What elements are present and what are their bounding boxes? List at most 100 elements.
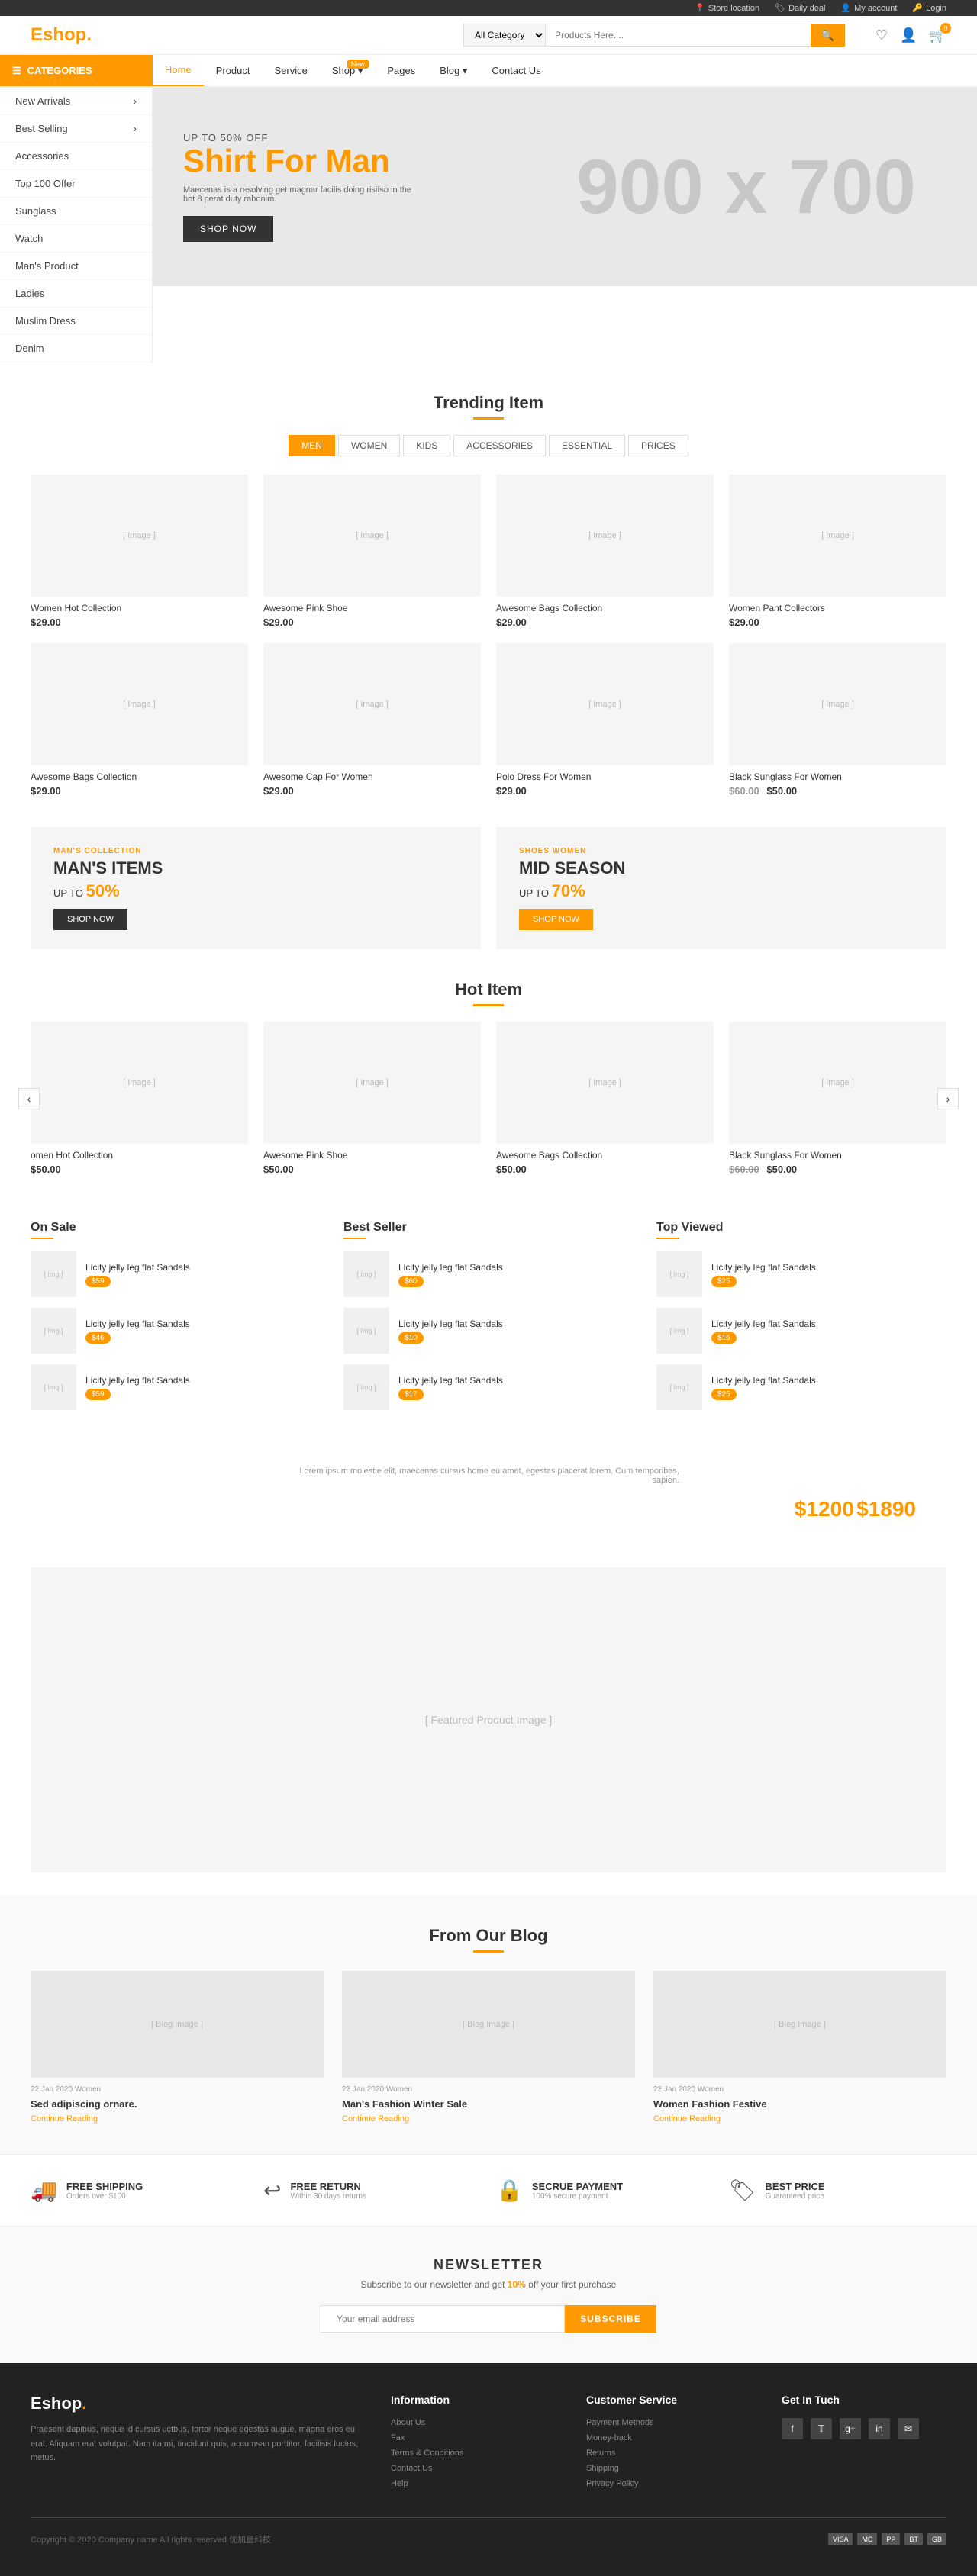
sidebar-item-sunglass[interactable]: Sunglass	[0, 198, 152, 225]
wishlist-icon[interactable]: ♡	[875, 27, 888, 43]
blog-image: [ Blog Image ]	[31, 1971, 324, 2078]
footer-link-privacy[interactable]: Privacy Policy	[586, 2479, 751, 2488]
product-name: Black Sunglass For Women	[729, 771, 946, 782]
product-card[interactable]: [ Image ] Awesome Bags Collection $29.00	[496, 475, 714, 628]
promo-shop-now-button[interactable]: SHOP NOW	[53, 909, 127, 930]
list-item[interactable]: [ Img ] Licity jelly leg flat Sandals $5…	[31, 1251, 321, 1297]
site-logo[interactable]: Eshop.	[31, 24, 92, 46]
sidebar-item-watch[interactable]: Watch	[0, 225, 152, 253]
footer-link-about[interactable]: About Us	[391, 2418, 556, 2427]
categories-menu[interactable]: ☰ CATEGORIES	[0, 55, 153, 86]
daily-deal[interactable]: 🏷 Daily deal	[775, 3, 825, 13]
product-image: [ Image ]	[496, 643, 714, 765]
nav-service[interactable]: Service	[263, 56, 320, 85]
store-location[interactable]: 📍 Store location	[695, 3, 759, 13]
footer-link-fax[interactable]: Fax	[391, 2433, 556, 2442]
footer-link-terms[interactable]: Terms & Conditions	[391, 2449, 556, 2458]
sidebar-item-best-selling[interactable]: Best Selling›	[0, 115, 152, 143]
search-input[interactable]	[545, 24, 811, 47]
nav-shop[interactable]: Shop ▾ New	[320, 56, 376, 86]
list-item[interactable]: [ Img ] Licity jelly leg flat Sandals $2…	[656, 1251, 946, 1297]
footer: Eshop. Praesent dapibus, neque id cursus…	[0, 2363, 977, 2576]
linkedin-icon[interactable]: in	[869, 2418, 890, 2439]
sidebar-item-mans-product[interactable]: Man's Product	[0, 253, 152, 280]
blog-read-more-link[interactable]: Continue Reading	[31, 2114, 324, 2124]
search-button[interactable]: 🔍	[811, 24, 845, 47]
hero-cta-button[interactable]: SHOP NOW	[183, 216, 273, 242]
tab-kids[interactable]: KIDS	[403, 435, 450, 456]
nav-contact[interactable]: Contact Us	[479, 56, 553, 85]
cart-icon[interactable]: 🛒 0	[930, 27, 946, 43]
tab-essential[interactable]: ESSENTIAL	[549, 435, 625, 456]
product-card[interactable]: [ Image ] Awesome Pink Shoe $29.00	[263, 475, 481, 628]
promo-shop-now-button[interactable]: SHOP NOW	[519, 909, 593, 930]
nav-product[interactable]: Product	[204, 56, 263, 85]
tab-prices[interactable]: PRICES	[628, 435, 688, 456]
product-card[interactable]: [ Image ] Black Sunglass For Women $60.0…	[729, 643, 946, 797]
sidebar-item-ladies[interactable]: Ladies	[0, 280, 152, 308]
tab-accessories[interactable]: ACCESSORIES	[453, 435, 546, 456]
footer-link-contact[interactable]: Contact Us	[391, 2464, 556, 2473]
blog-read-more-link[interactable]: Continue Reading	[342, 2114, 635, 2124]
login-link[interactable]: 🔑 Login	[912, 3, 946, 13]
nav-blog[interactable]: Blog ▾	[427, 56, 479, 86]
twitter-icon[interactable]: 𝕋	[811, 2418, 832, 2439]
footer-link-help[interactable]: Help	[391, 2479, 556, 2488]
list-item[interactable]: [ Img ] Licity jelly leg flat Sandals $1…	[343, 1308, 634, 1354]
facebook-icon[interactable]: f	[782, 2418, 803, 2439]
hero-description: Maecenas is a resolving get magnar facil…	[183, 185, 412, 204]
list-item[interactable]: [ Img ] Licity jelly leg flat Sandals $6…	[343, 1251, 634, 1297]
footer-grid: Eshop. Praesent dapibus, neque id cursus…	[31, 2394, 946, 2494]
hot-product-card[interactable]: [ Image ] omen Hot Collection $50.00	[31, 1022, 248, 1175]
tab-women[interactable]: WOMEN	[338, 435, 400, 456]
hot-product-card[interactable]: [ Image ] Awesome Pink Shoe $50.00	[263, 1022, 481, 1175]
list-item[interactable]: [ Img ] Licity jelly leg flat Sandals $1…	[343, 1364, 634, 1410]
sidebar-item-muslim-dress[interactable]: Muslim Dress	[0, 308, 152, 335]
list-item[interactable]: [ Img ] Licity jelly leg flat Sandals $1…	[656, 1308, 946, 1354]
search-category-select[interactable]: All Category	[463, 24, 545, 47]
tab-men[interactable]: MEN	[289, 435, 335, 456]
list-item[interactable]: [ Img ] Licity jelly leg flat Sandals $4…	[31, 1308, 321, 1354]
product-name: Awesome Pink Shoe	[263, 603, 481, 613]
product-name: Women Hot Collection	[31, 603, 248, 613]
footer-link-moneyback[interactable]: Money-back	[586, 2433, 751, 2442]
promo-title: MID SEASON	[519, 858, 924, 878]
nav-pages[interactable]: Pages	[375, 56, 427, 85]
sidebar: New Arrivals› Best Selling› Accessories …	[0, 88, 153, 362]
product-card[interactable]: [ Image ] Awesome Bags Collection $29.00	[31, 643, 248, 797]
slider-next-button[interactable]: ›	[937, 1088, 959, 1109]
list-product-image: [ Img ]	[31, 1308, 76, 1354]
hot-product-image: [ Image ]	[729, 1022, 946, 1144]
account-icon[interactable]: 👤	[900, 27, 917, 43]
footer-link-payment[interactable]: Payment Methods	[586, 2418, 751, 2427]
google-plus-icon[interactable]: g+	[840, 2418, 861, 2439]
sidebar-item-denim[interactable]: Denim	[0, 335, 152, 362]
my-account[interactable]: 👤 My account	[840, 3, 897, 13]
list-item[interactable]: [ Img ] Licity jelly leg flat Sandals $5…	[31, 1364, 321, 1410]
sidebar-item-new-arrivals[interactable]: New Arrivals›	[0, 88, 152, 115]
hot-product-name: Awesome Bags Collection	[496, 1150, 714, 1161]
hot-product-card[interactable]: [ Image ] Awesome Bags Collection $50.00	[496, 1022, 714, 1175]
footer-link-shipping[interactable]: Shipping	[586, 2464, 751, 2473]
list-item[interactable]: [ Img ] Licity jelly leg flat Sandals $2…	[656, 1364, 946, 1410]
sidebar-item-top-100[interactable]: Top 100 Offer	[0, 170, 152, 198]
nav-home[interactable]: Home	[153, 55, 204, 86]
product-price: $60.00 $50.00	[729, 785, 946, 797]
product-card[interactable]: [ Image ] Women Hot Collection $29.00	[31, 475, 248, 628]
promo-category: SHOES WOMEN	[519, 847, 924, 855]
hot-product-card[interactable]: [ Image ] Black Sunglass For Women $60.0…	[729, 1022, 946, 1175]
email-icon[interactable]: ✉	[898, 2418, 919, 2439]
product-card[interactable]: [ Image ] Polo Dress For Women $29.00	[496, 643, 714, 797]
hot-slider: ‹ [ Image ] omen Hot Collection $50.00 […	[31, 1022, 946, 1175]
slider-prev-button[interactable]: ‹	[18, 1088, 40, 1109]
product-card[interactable]: [ Image ] Awesome Cap For Women $29.00	[263, 643, 481, 797]
sidebar-item-accessories[interactable]: Accessories	[0, 143, 152, 170]
newsletter-email-input[interactable]	[321, 2305, 565, 2333]
product-card[interactable]: [ Image ] Women Pant Collectors $29.00	[729, 475, 946, 628]
price-icon: 🏷	[729, 2178, 756, 2203]
blog-read-more-link[interactable]: Continue Reading	[653, 2114, 946, 2124]
newsletter-subscribe-button[interactable]: SUBSCRIBE	[565, 2305, 656, 2333]
top-viewed-divider	[656, 1238, 679, 1239]
hot-divider	[473, 1004, 504, 1006]
footer-link-returns[interactable]: Returns	[586, 2449, 751, 2458]
